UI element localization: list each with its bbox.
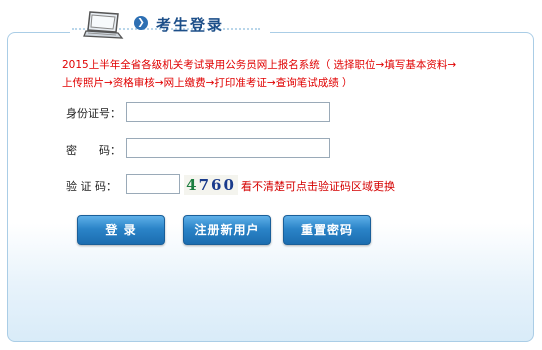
id-number-label: 身份证号： [66,107,121,120]
notice-line-1: 2015上半年全省各级机关考试录用公务员网上报名系统（ 选择职位→填写基本资料→ [62,59,457,71]
id-number-input[interactable] [126,102,330,122]
circle-chevron-right-icon: ❯ [134,16,148,30]
password-input[interactable] [126,138,330,158]
captcha-input[interactable] [126,174,180,194]
laptop-icon [83,11,124,39]
captcha-refresh-hint[interactable]: 看不清楚可点击验证码区域更换 [241,178,395,194]
notice-line-2: 上传照片→资格审核→网上缴费→打印准考证→查询笔试成绩 ） [62,77,353,89]
captcha-image[interactable]: 4760 [184,175,238,195]
reset-password-button[interactable]: 重置密码 [283,215,371,245]
captcha-digit: 6 [211,176,224,194]
captcha-digit: 4 [186,176,199,194]
captcha-digit: 7 [198,176,211,194]
login-button[interactable]: 登 录 [77,215,165,245]
registration-notice: 2015上半年全省各级机关考试录用公务员网上报名系统（ 选择职位→填写基本资料→… [62,56,514,92]
page-title: 考生登录 [156,16,225,34]
register-button[interactable]: 注册新用户 [183,215,271,245]
captcha-label: 验 证 码： [66,180,117,193]
captcha-digit: 0 [223,176,236,194]
password-label: 密 码： [66,144,121,157]
